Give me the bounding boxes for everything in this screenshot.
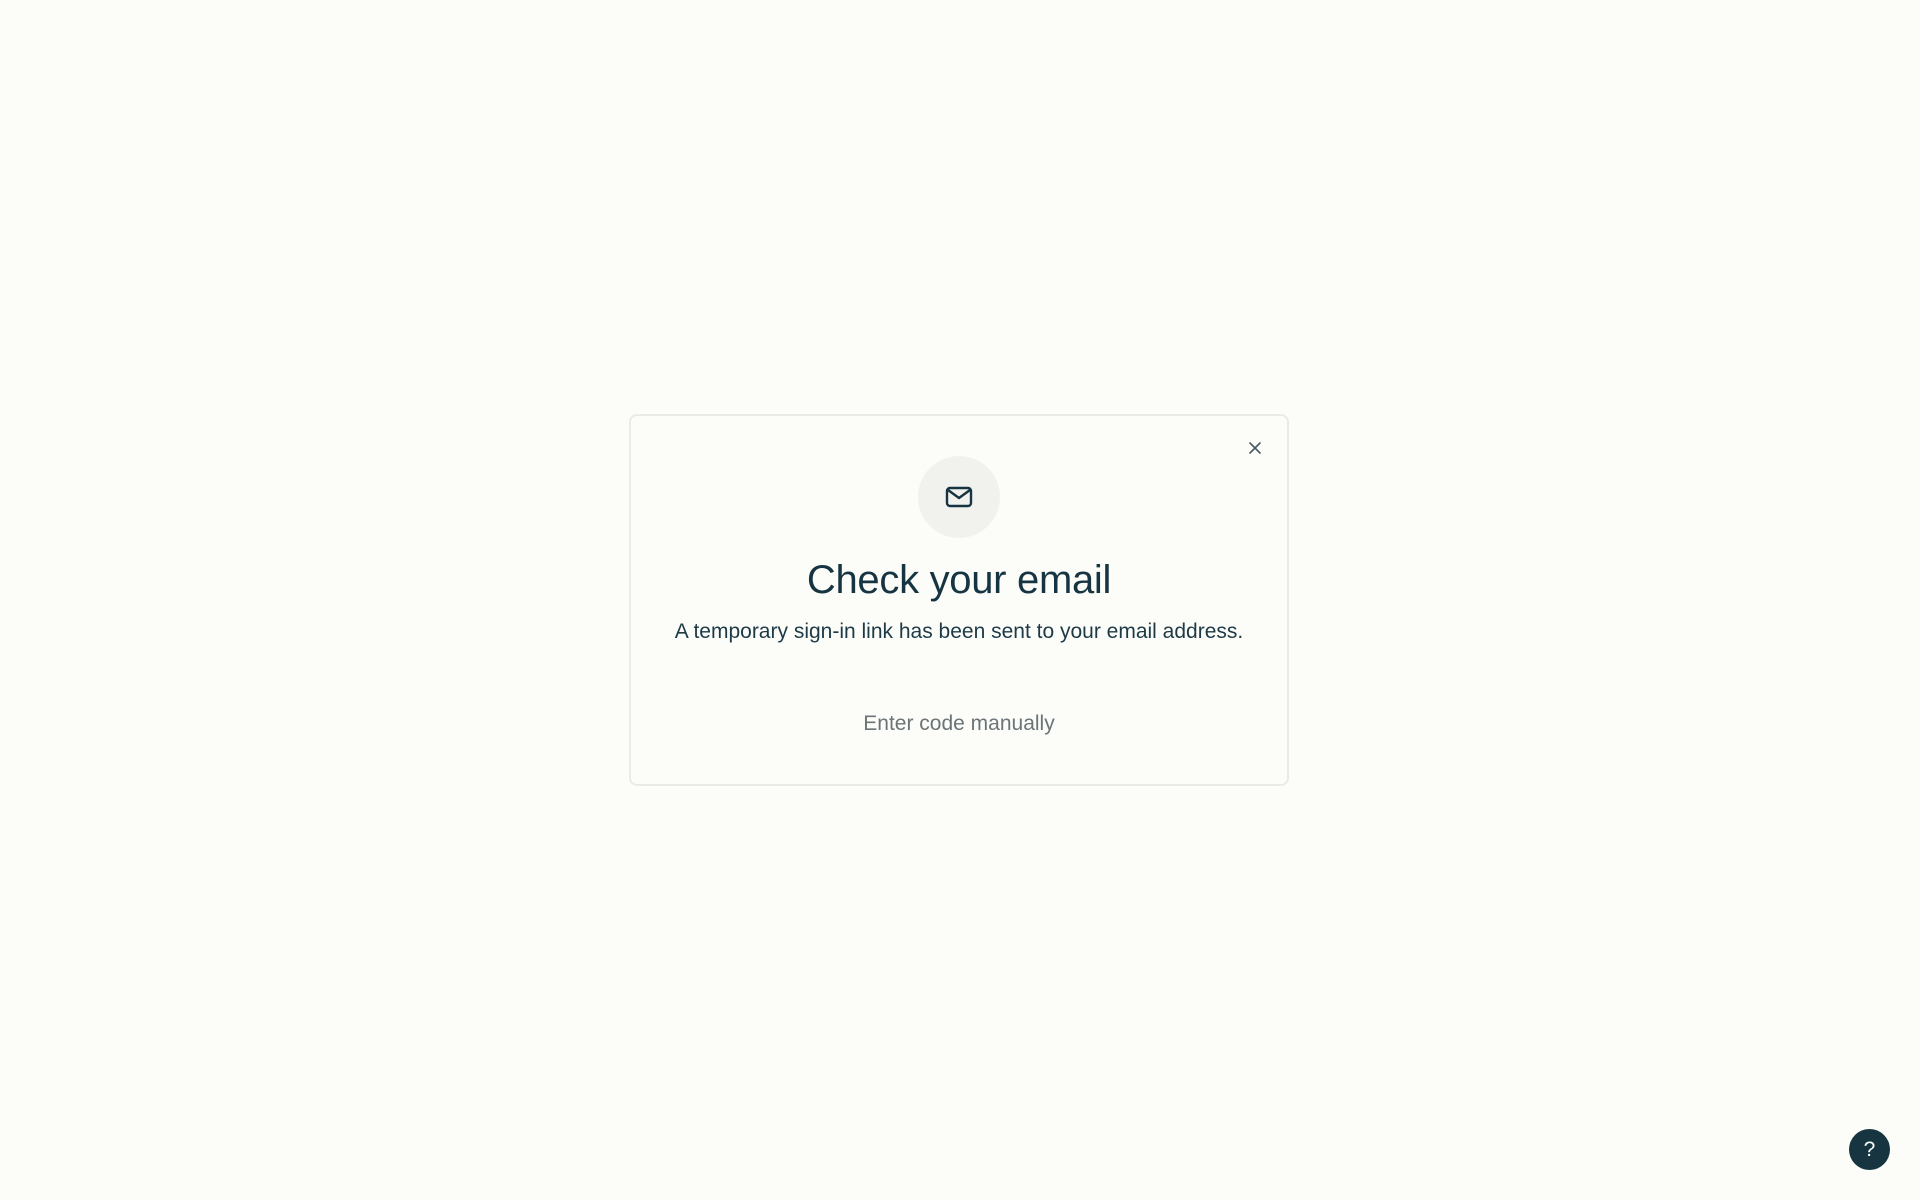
enter-code-manually-link[interactable]: Enter code manually: [855, 708, 1062, 740]
help-button[interactable]: ?: [1849, 1129, 1890, 1170]
dialog-subtitle: A temporary sign-in link has been sent t…: [674, 620, 1244, 643]
close-icon: [1249, 442, 1261, 454]
mail-icon: [945, 486, 973, 508]
page: Check your email A temporary sign-in lin…: [0, 0, 1920, 1200]
dialog-title: Check your email: [806, 558, 1112, 602]
check-email-dialog: Check your email A temporary sign-in lin…: [629, 414, 1289, 786]
mail-icon-badge: [918, 456, 1000, 538]
close-button[interactable]: [1241, 434, 1269, 462]
